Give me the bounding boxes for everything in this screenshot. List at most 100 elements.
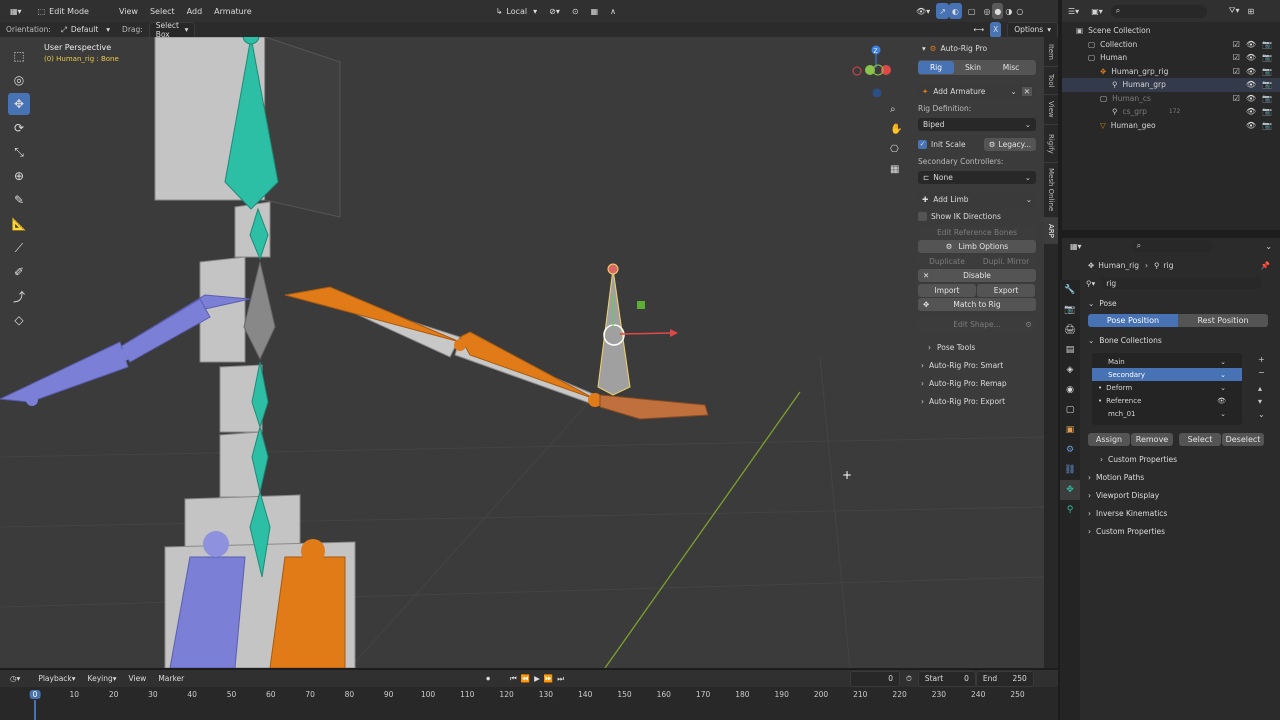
- custom-properties-subpanel[interactable]: › Custom Properties: [1088, 451, 1274, 468]
- tab-misc[interactable]: Misc: [992, 61, 1030, 74]
- shading-material-icon[interactable]: ◑: [1003, 3, 1014, 19]
- inverse-kinematics-section[interactable]: › Inverse Kinematics: [1088, 505, 1274, 522]
- end-frame-field[interactable]: End 250: [975, 670, 1034, 687]
- drag-select[interactable]: Select Box ▾: [148, 21, 196, 39]
- checkbox-icon[interactable]: ☑: [1233, 67, 1240, 76]
- proportional-icon[interactable]: ∧: [604, 3, 622, 19]
- visibility-toggles[interactable]: ☑ 👁 📷: [1233, 94, 1272, 103]
- show-ik-checkbox[interactable]: [918, 212, 927, 221]
- extrude-icon[interactable]: ⤴: [8, 285, 30, 307]
- measure-icon[interactable]: 📐: [8, 213, 30, 235]
- export-button[interactable]: Export: [977, 284, 1035, 297]
- remap-panel[interactable]: › Auto-Rig Pro: Remap: [918, 376, 1036, 391]
- camera-icon[interactable]: 📷: [1262, 53, 1272, 62]
- properties-editor-icon[interactable]: ▦▾: [1070, 242, 1082, 251]
- bone-size-icon[interactable]: ✐: [8, 261, 30, 283]
- next-key-icon[interactable]: ⏩: [542, 671, 555, 687]
- rotate-icon[interactable]: ⟳: [8, 117, 30, 139]
- pivot-icon[interactable]: ⊘▾: [543, 3, 566, 19]
- properties-search[interactable]: ⌕: [1131, 240, 1212, 252]
- snap-icon[interactable]: ⊙: [566, 3, 585, 19]
- disable-button[interactable]: ✕ Disable: [918, 269, 1036, 282]
- outliner-row[interactable]: ▣ Scene Collection: [1062, 24, 1280, 38]
- data-name-field[interactable]: rig: [1101, 277, 1262, 289]
- checkbox-icon[interactable]: ☑: [1233, 53, 1240, 62]
- current-frame-field[interactable]: 0: [849, 670, 900, 687]
- visibility-toggles[interactable]: 👁 📷: [1246, 107, 1272, 116]
- legacy-button[interactable]: ⚙ Legacy...: [984, 138, 1036, 151]
- chevron-down-icon[interactable]: ⌄: [1026, 195, 1032, 204]
- add-armature-button[interactable]: Add Armature: [933, 87, 985, 96]
- play-icon[interactable]: ▶: [532, 671, 542, 687]
- eye-icon[interactable]: 👁: [1246, 67, 1256, 76]
- tab-rigify[interactable]: Rigify: [1044, 125, 1058, 163]
- pin-icon[interactable]: 📌: [1261, 261, 1270, 270]
- collection-tab-icon[interactable]: ▢: [1060, 400, 1080, 420]
- checkbox-icon[interactable]: ☑: [1233, 94, 1240, 103]
- export-panel[interactable]: › Auto-Rig Pro: Export: [918, 394, 1036, 409]
- modifier-tab-icon[interactable]: ⚙: [1060, 440, 1080, 460]
- motion-paths-section[interactable]: › Motion Paths: [1088, 469, 1274, 486]
- shading-wireframe-icon[interactable]: ◎: [981, 3, 992, 19]
- outliner-row[interactable]: ✥ Human_grp_rig ☑ 👁 📷: [1062, 65, 1280, 79]
- close-icon[interactable]: ✕: [1021, 87, 1032, 96]
- eye-icon[interactable]: 👁: [1246, 80, 1256, 89]
- shading-rendered-icon[interactable]: ○: [1014, 3, 1025, 19]
- new-collection-icon[interactable]: ⊞: [1248, 7, 1255, 16]
- timeline-editor-icon[interactable]: ◷▾: [4, 671, 26, 687]
- camera-icon[interactable]: 📷: [1262, 80, 1272, 89]
- eye-icon[interactable]: 👁: [1246, 53, 1256, 62]
- bone-collection-item[interactable]: • Deform ⌄: [1092, 381, 1242, 394]
- outliner-editor-icon[interactable]: ☰▾: [1068, 7, 1079, 16]
- eye-icon[interactable]: 👁: [1246, 121, 1256, 130]
- chevron-down-icon[interactable]: ⌄: [1220, 384, 1226, 392]
- chevron-down-icon[interactable]: ⌄: [1220, 371, 1226, 379]
- menu-add[interactable]: Add: [181, 3, 209, 19]
- x-axis-toggle[interactable]: X: [990, 21, 1002, 38]
- custom-properties-section[interactable]: › Custom Properties: [1088, 523, 1274, 540]
- visibility-toggles[interactable]: ☑ 👁 📷: [1233, 67, 1272, 76]
- tool-tab-icon[interactable]: 🔧: [1060, 280, 1080, 300]
- add-limb-button[interactable]: Add Limb: [933, 195, 968, 204]
- rest-position-button[interactable]: Rest Position: [1178, 314, 1268, 327]
- bone-collections-list[interactable]: Main ⌄ Secondary ⌄ • Deform ⌄ • Reference 👁 mch_01…: [1092, 353, 1242, 425]
- secondary-controllers-select[interactable]: ⊏ None ⌄: [918, 171, 1036, 184]
- view-layer-tab-icon[interactable]: ▤: [1060, 340, 1080, 360]
- render-tab-icon[interactable]: 📷: [1060, 300, 1080, 320]
- tab-skin[interactable]: Skin: [954, 61, 992, 74]
- record-icon[interactable]: ⏺: [480, 671, 496, 687]
- bone-head-joint[interactable]: [607, 263, 619, 275]
- x-axis-gizmo[interactable]: [619, 332, 671, 335]
- zoom-icon[interactable]: ⌕: [890, 104, 896, 115]
- camera-icon[interactable]: 📷: [1262, 107, 1272, 116]
- outliner-row[interactable]: ▢ Human_cs ☑ 👁 📷: [1062, 92, 1280, 106]
- world-tab-icon[interactable]: ◉: [1060, 380, 1080, 400]
- constraint-tab-icon[interactable]: ⛓: [1060, 460, 1080, 480]
- outliner-row[interactable]: ▢ Human ☑ 👁 📷: [1062, 51, 1280, 65]
- eye-icon[interactable]: 👁: [1246, 40, 1256, 49]
- navigation-gizmo[interactable]: Z ⌕ ✋ ⎔ ▦: [850, 42, 910, 182]
- visibility-toggles[interactable]: 👁 📷: [1246, 121, 1272, 130]
- assign-button[interactable]: Assign: [1088, 433, 1130, 446]
- menu-marker[interactable]: Marker: [152, 671, 190, 687]
- add-icon[interactable]: +: [1258, 353, 1265, 366]
- snap-target-icon[interactable]: ▦: [585, 3, 605, 19]
- annotate-icon[interactable]: ✎: [8, 189, 30, 211]
- menu-chevron-icon[interactable]: ⌄: [1258, 408, 1265, 421]
- camera-icon[interactable]: 📷: [1262, 40, 1272, 49]
- move-up-icon[interactable]: ▴: [1258, 382, 1265, 395]
- display-mode-icon[interactable]: ▣▾: [1091, 7, 1103, 16]
- eye-icon[interactable]: 👁: [1246, 94, 1256, 103]
- start-frame-field[interactable]: Start 0: [917, 670, 976, 687]
- overlay-toggle-icon[interactable]: ◐: [948, 3, 962, 19]
- roll-icon[interactable]: ⟋: [8, 237, 30, 259]
- playhead[interactable]: [34, 700, 36, 720]
- options-icon[interactable]: ⌄: [1265, 242, 1272, 251]
- outliner-row[interactable]: ▽ Human_geo 👁 📷: [1062, 119, 1280, 133]
- eye-icon[interactable]: 👁: [1217, 397, 1226, 405]
- editor-type-button[interactable]: ▦▾: [4, 3, 28, 19]
- eye-icon[interactable]: 👁: [1246, 107, 1256, 116]
- pose-section[interactable]: ⌄ Pose: [1088, 295, 1274, 312]
- tab-view[interactable]: View: [1044, 95, 1058, 125]
- chevron-down-icon[interactable]: ▾: [922, 44, 926, 53]
